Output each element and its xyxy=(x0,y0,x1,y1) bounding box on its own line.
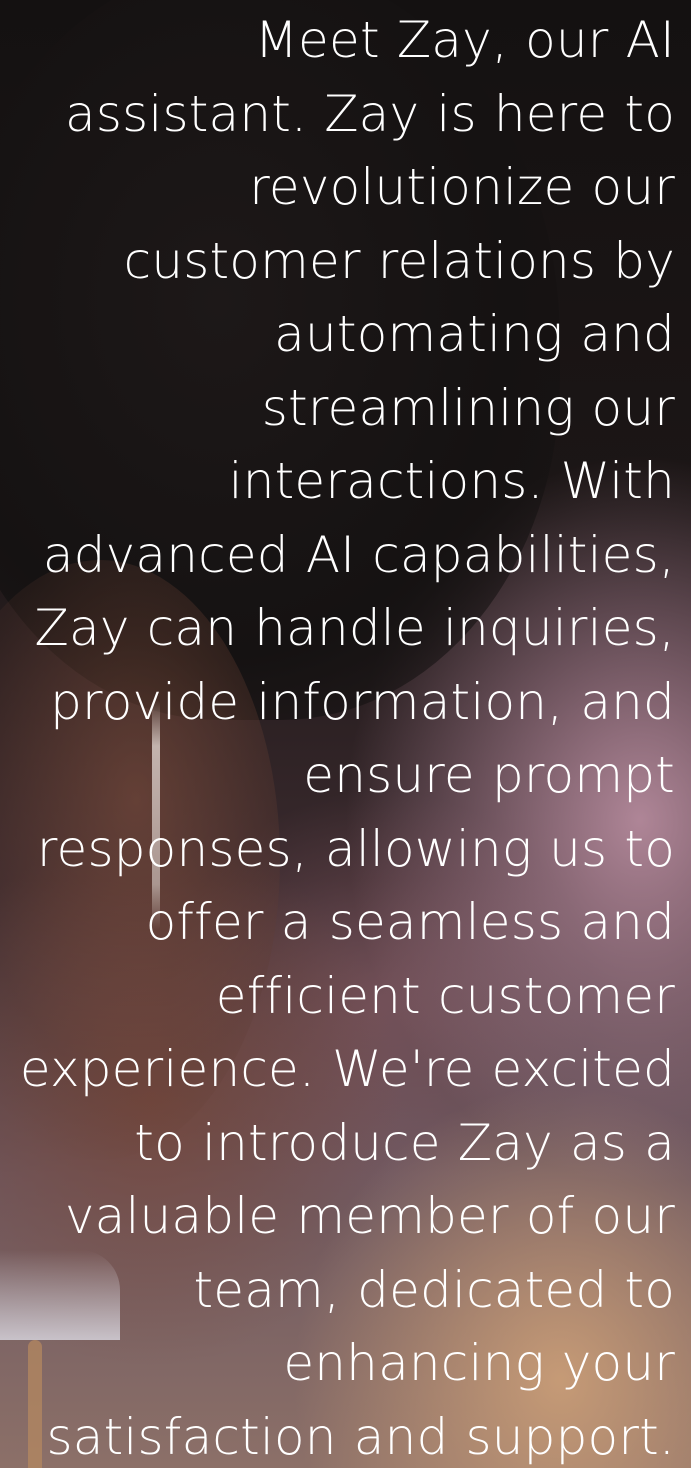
announcement-line: enhancing your xyxy=(283,1334,675,1392)
announcement-line: ensure prompt xyxy=(303,746,675,804)
announcement-line: efficient customer xyxy=(215,966,675,1025)
announcement-line: Zay can handle inquiries, xyxy=(34,599,675,657)
announcement-line: automating and xyxy=(274,305,675,363)
announcement-line: valuable member of our xyxy=(64,1187,675,1245)
announcement-line: revolutionize our xyxy=(249,158,675,216)
announcement-text: Meet Zay, our AI assistant. Zay is here … xyxy=(0,4,675,1468)
announcement-line: Meet Zay, our AI xyxy=(254,11,675,69)
announcement-line: assistant. Zay is here to xyxy=(65,84,675,143)
announcement-line: experience. We're excited xyxy=(19,1040,675,1098)
announcement-screen: Meet Zay, our AI assistant. Zay is here … xyxy=(0,0,691,1468)
announcement-line: team, dedicated to xyxy=(193,1260,675,1319)
announcement-line: to introduce Zay as a xyxy=(134,1113,675,1172)
announcement-line: provide information, and xyxy=(50,672,675,731)
announcement-line: streamlining our xyxy=(261,378,675,437)
announcement-line: satisfaction and support. xyxy=(46,1407,675,1466)
announcement-line: interactions. With xyxy=(228,452,675,510)
announcement-line: advanced AI capabilities, xyxy=(42,525,675,584)
announcement-line: customer relations by xyxy=(123,231,675,290)
announcement-line: responses, allowing us to xyxy=(36,819,675,878)
announcement-line: offer a seamless and xyxy=(145,893,675,951)
